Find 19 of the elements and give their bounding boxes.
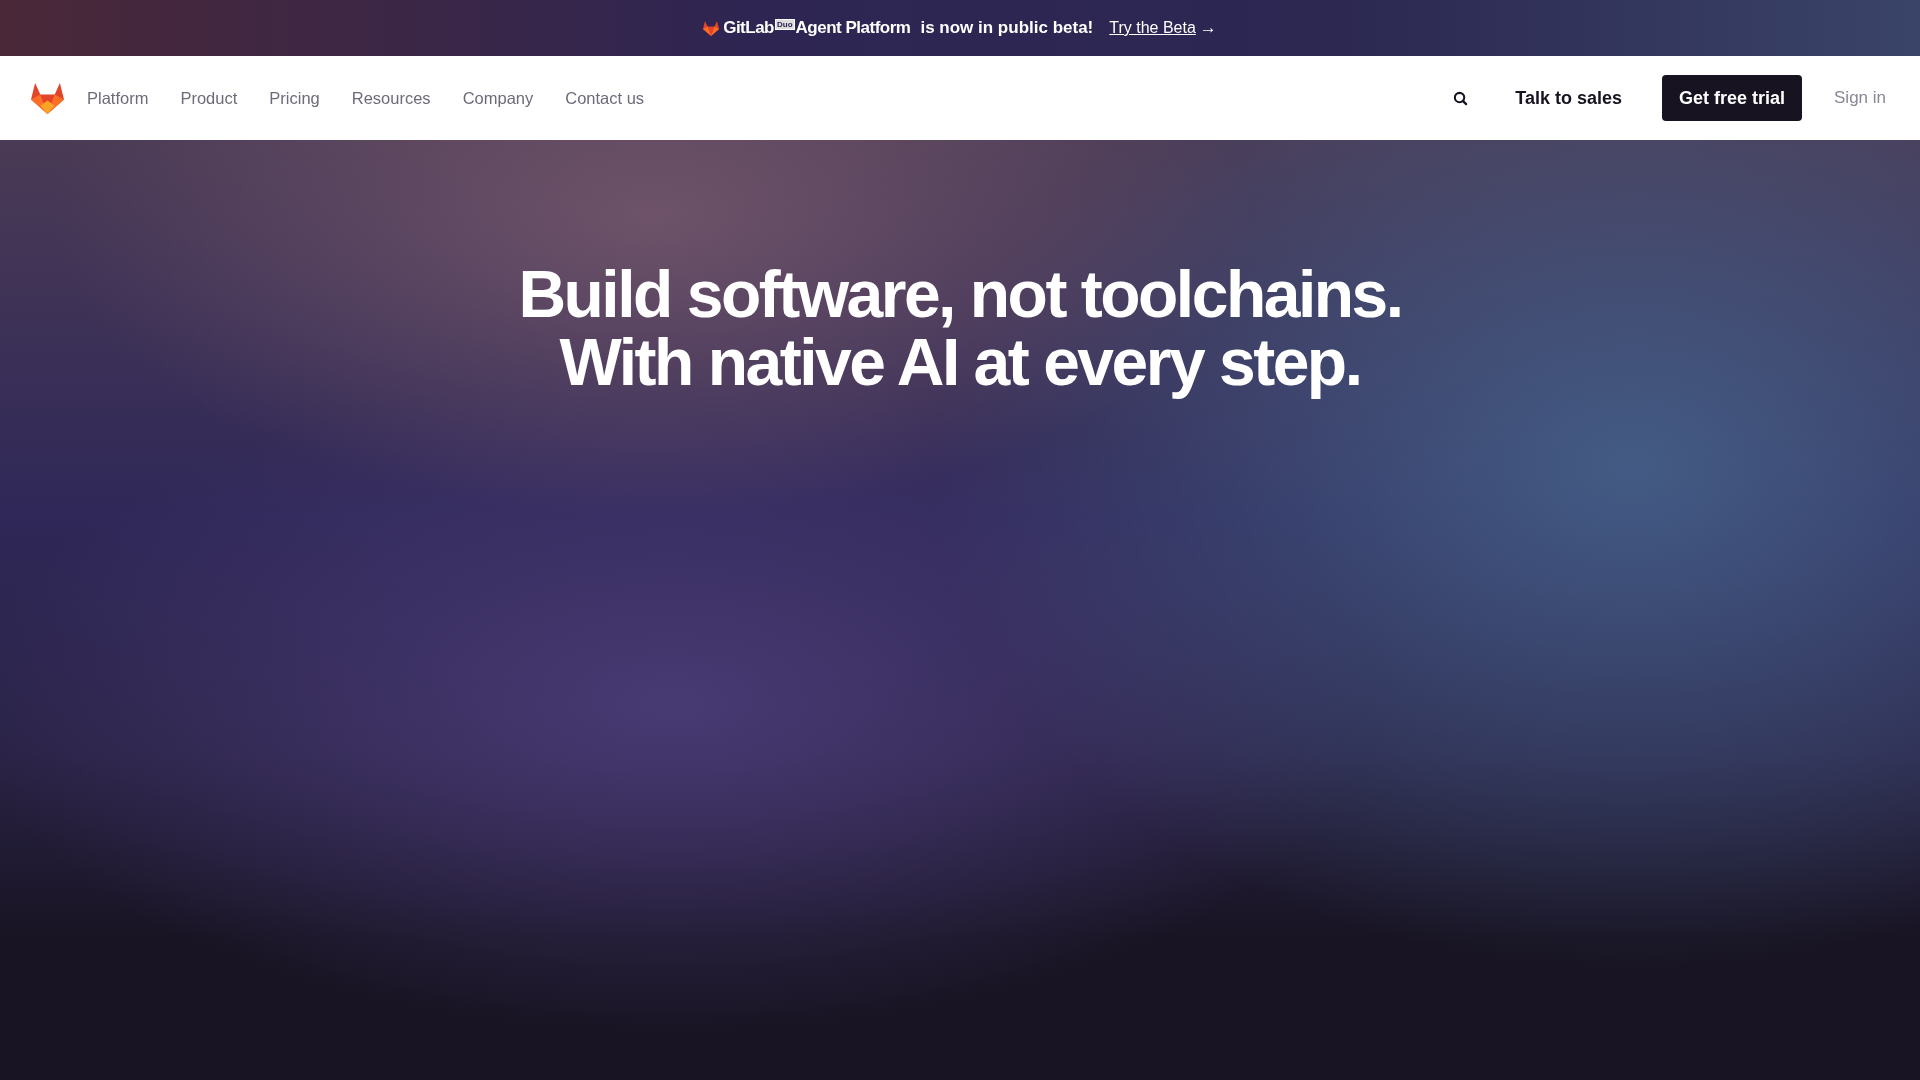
fox-logo-icon [703,20,720,36]
fox-logo-icon[interactable] [31,82,64,114]
nav-link[interactable]: Product [180,88,238,108]
nav-link[interactable]: Contact us [565,88,645,108]
talk-to-sales-link[interactable]: Talk to sales [1515,87,1622,109]
arrow-icon: → [1199,18,1217,38]
banner-message: is now in public beta! [920,18,1094,38]
hero-headline: Build software, not toolchains. With native AI at every step. [518,260,1402,401]
nav-link[interactable]: Resources [351,88,431,108]
get-free-trial-button[interactable]: Get free trial [1661,75,1802,121]
brand-name: GitLab [723,18,774,38]
product-name: Agent Platform [795,18,911,38]
nav-link[interactable]: Company [462,88,534,108]
nav-link[interactable]: Platform [87,88,149,108]
try-beta-link[interactable]: Try the Beta [1109,19,1196,37]
sign-in-link[interactable]: Sign in [1834,88,1886,108]
duo-badge: Duo [775,18,795,30]
search-icon[interactable] [1453,90,1469,106]
nav-link[interactable]: Pricing [269,88,320,108]
